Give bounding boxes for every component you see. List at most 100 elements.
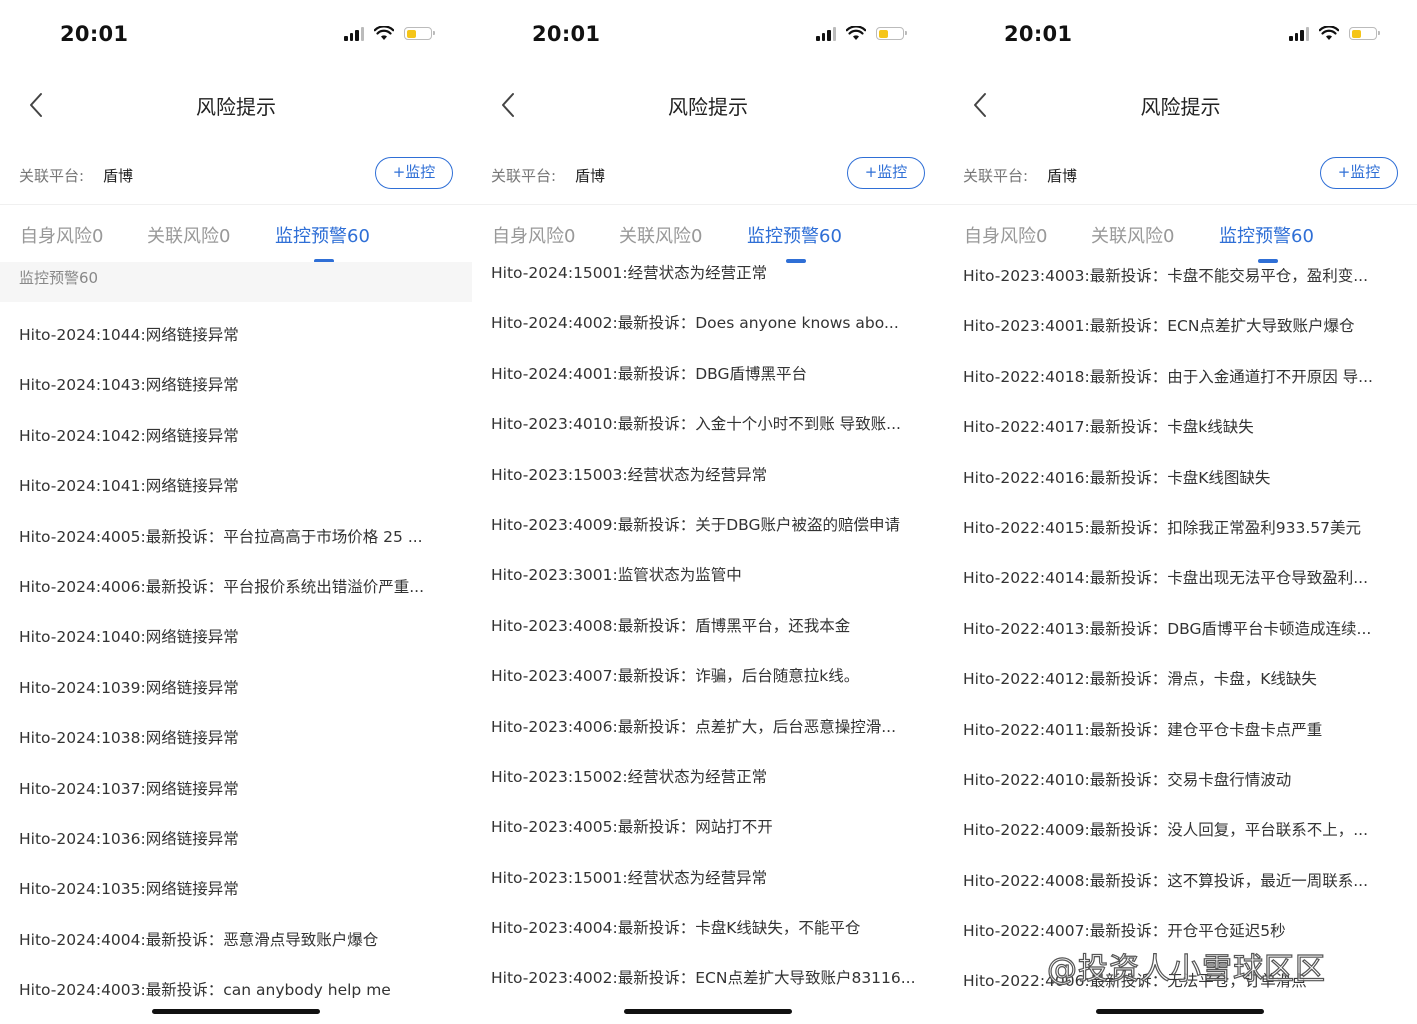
alert-list-item[interactable]: Hito-2024:4003:最新投诉：can anybody help me [0, 965, 472, 1015]
add-monitor-button[interactable]: +监控 [375, 157, 453, 189]
alert-list-item[interactable]: Hito-2023:4010:最新投诉：入金十个小时不到账 导致账... [472, 399, 944, 449]
alert-list-item[interactable]: Hito-2024:1043:网络链接异常 [0, 360, 472, 410]
alert-list-item[interactable]: Hito-2024:4002:最新投诉：Does anyone knows ab… [472, 298, 944, 348]
status-bar: 20:01 [472, 18, 944, 54]
alert-list-item[interactable]: Hito-2024:1041:网络链接异常 [0, 461, 472, 511]
alert-list-item[interactable]: Hito-2024:1044:网络链接异常 [0, 310, 472, 360]
alert-list-item[interactable]: Hito-2023:4006:最新投诉：点差扩大，后台恶意操控滑... [472, 702, 944, 752]
alert-list-item[interactable]: Hito-2023:15003:经营状态为经营异常 [472, 450, 944, 500]
alert-list-item[interactable]: Hito-2024:1035:网络链接异常 [0, 864, 472, 914]
platform-label: 关联平台: [963, 167, 1029, 185]
status-time: 20:01 [60, 22, 129, 46]
tab-monitor-alerts[interactable]: 监控预警60 [747, 222, 842, 248]
tab-monitor-alerts[interactable]: 监控预警60 [275, 222, 370, 248]
phone-screen-1: 20:01 风险提示 关联平台: 盾博 +监控 自身风险0 关联风险0 监控预警… [0, 0, 472, 1024]
page-title: 风险提示 [668, 95, 748, 119]
status-bar: 20:01 [944, 18, 1417, 54]
tab-monitor-alerts[interactable]: 监控预警60 [1219, 222, 1314, 248]
alert-list-item[interactable]: Hito-2023:15001:经营状态为经营异常 [472, 853, 944, 903]
wifi-icon [846, 26, 866, 40]
tab-related-risk[interactable]: 关联风险0 [619, 222, 702, 248]
alert-list-item[interactable]: Hito-2024:4004:最新投诉：恶意滑点导致账户爆仓 [0, 915, 472, 965]
alert-list-item[interactable]: Hito-2023:4005:最新投诉：网站打不开 [472, 802, 944, 852]
divider [472, 204, 944, 205]
alert-list: Hito-2024:1044:网络链接异常 Hito-2024:1043:网络链接… [0, 310, 472, 1015]
alert-list-item[interactable]: Hito-2024:1042:网络链接异常 [0, 411, 472, 461]
cellular-signal-icon [344, 26, 364, 41]
status-time: 20:01 [532, 22, 601, 46]
tab-own-risk[interactable]: 自身风险0 [20, 222, 103, 248]
cellular-signal-icon [1289, 26, 1309, 41]
status-icons [816, 26, 907, 41]
battery-icon [876, 27, 907, 40]
divider [944, 204, 1417, 205]
status-time: 20:01 [1004, 22, 1073, 46]
tab-related-risk[interactable]: 关联风险0 [147, 222, 230, 248]
tab-own-risk[interactable]: 自身风险0 [492, 222, 575, 248]
wifi-icon [374, 26, 394, 40]
alert-list-item[interactable]: Hito-2022:4011:最新投诉：建仓平仓卡盘卡点严重 [944, 705, 1417, 755]
add-monitor-button[interactable]: +监控 [847, 157, 925, 189]
alert-list-item[interactable]: Hito-2023:4009:最新投诉：关于DBG账户被盗的赔偿申请 [472, 500, 944, 550]
alert-list-item[interactable]: Hito-2023:4002:最新投诉：ECN点差扩大导致账户83116... [472, 953, 944, 1003]
add-monitor-button[interactable]: +监控 [1320, 157, 1398, 189]
alert-list-item[interactable]: Hito-2023:4007:最新投诉：诈骗，后台随意拉k线。 [472, 651, 944, 701]
nav-bar: 风险提示 [944, 78, 1417, 132]
alert-list: Hito-2023:4003:最新投诉：卡盘不能交易平仓，盈利变... Hito-… [944, 251, 1417, 1007]
platform-name: 盾博 [103, 167, 134, 185]
alert-list-item[interactable]: Hito-2024:4005:最新投诉：平台拉高高于市场价格 25 ... [0, 512, 472, 562]
status-icons [1289, 26, 1380, 41]
alert-list-item[interactable]: Hito-2024:1036:网络链接异常 [0, 814, 472, 864]
platform-name: 盾博 [575, 167, 606, 185]
watermark: @投资人小雪球区区 [1046, 951, 1326, 987]
alert-list-item[interactable]: Hito-2022:4017:最新投诉：卡盘k线缺失 [944, 402, 1417, 452]
alert-list-item[interactable]: Hito-2022:4012:最新投诉：滑点，卡盘，K线缺失 [944, 654, 1417, 704]
battery-icon [404, 27, 435, 40]
platform-name: 盾博 [1047, 167, 1078, 185]
home-indicator [152, 1009, 320, 1014]
alert-list-item[interactable]: Hito-2023:15002:经营状态为经营正常 [472, 752, 944, 802]
alert-list-item[interactable]: Hito-2024:1039:网络链接异常 [0, 663, 472, 713]
platform-row: 关联平台: 盾博 +监控 [472, 155, 944, 195]
nav-bar: 风险提示 [472, 78, 944, 132]
alert-list-item[interactable]: Hito-2022:4008:最新投诉：这不算投诉，最近一周联系... [944, 856, 1417, 906]
alert-list-item[interactable]: Hito-2022:4009:最新投诉：没人回复，平台联系不上，... [944, 805, 1417, 855]
alert-list-item[interactable]: Hito-2022:4016:最新投诉：卡盘K线图缺失 [944, 453, 1417, 503]
alert-list-item[interactable]: Hito-2024:4006:最新投诉：平台报价系统出错溢价严重... [0, 562, 472, 612]
status-icons [344, 26, 435, 41]
tab-own-risk[interactable]: 自身风险0 [964, 222, 1047, 248]
alert-list-item[interactable]: Hito-2024:4001:最新投诉：DBG盾博黑平台 [472, 349, 944, 399]
alert-list-item[interactable]: Hito-2024:1037:网络链接异常 [0, 764, 472, 814]
status-bar: 20:01 [0, 18, 472, 54]
battery-icon [1349, 27, 1380, 40]
alert-list-item[interactable]: Hito-2023:4008:最新投诉：盾博黑平台，还我本金 [472, 601, 944, 651]
alert-list-item[interactable]: Hito-2023:4001:最新投诉：ECN点差扩大导致账户爆仓 [944, 301, 1417, 351]
alert-list-item[interactable]: Hito-2022:4018:最新投诉：由于入金通道打不开原因 导... [944, 352, 1417, 402]
alert-list-item[interactable]: Hito-2022:4010:最新投诉：交易卡盘行情波动 [944, 755, 1417, 805]
alert-list-item[interactable]: Hito-2022:4013:最新投诉：DBG盾博平台卡顿造成连续... [944, 604, 1417, 654]
divider [0, 204, 472, 205]
risk-tabs: 自身风险0 关联风险0 监控预警60 [0, 220, 472, 264]
alert-list: Hito-2024:15001:经营状态为经营正常 Hito-2024:4002:… [472, 248, 944, 1004]
page-title: 风险提示 [196, 95, 276, 119]
cellular-signal-icon [816, 26, 836, 41]
page-title: 风险提示 [1140, 95, 1221, 119]
phone-screen-2: 20:01 风险提示 关联平台: 盾博 +监控 自身风险0 关联风险0 监控预警… [472, 0, 944, 1024]
platform-row: 关联平台: 盾博 +监控 [0, 155, 472, 195]
alert-list-item[interactable]: Hito-2022:4015:最新投诉：扣除我正常盈利933.57美元 [944, 503, 1417, 553]
phone-screen-3: 20:01 风险提示 关联平台: 盾博 +监控 自身风险0 关联风险0 监控预警… [944, 0, 1417, 1024]
alert-list-item[interactable]: Hito-2023:4004:最新投诉：卡盘K线缺失，不能平仓 [472, 903, 944, 953]
section-header: 监控预警60 [0, 262, 472, 302]
alert-list-item[interactable]: Hito-2024:1040:网络链接异常 [0, 612, 472, 662]
alert-list-item[interactable]: Hito-2024:15001:经营状态为经营正常 [472, 248, 944, 298]
wifi-icon [1319, 26, 1339, 40]
alert-list-item[interactable]: Hito-2023:4003:最新投诉：卡盘不能交易平仓，盈利变... [944, 251, 1417, 301]
platform-label: 关联平台: [19, 167, 85, 185]
platform-label: 关联平台: [491, 167, 557, 185]
nav-bar: 风险提示 [0, 78, 472, 132]
home-indicator [1096, 1009, 1264, 1014]
tab-related-risk[interactable]: 关联风险0 [1091, 222, 1174, 248]
alert-list-item[interactable]: Hito-2022:4014:最新投诉：卡盘出现无法平仓导致盈利... [944, 553, 1417, 603]
alert-list-item[interactable]: Hito-2024:1038:网络链接异常 [0, 713, 472, 763]
alert-list-item[interactable]: Hito-2023:3001:监管状态为监管中 [472, 550, 944, 600]
